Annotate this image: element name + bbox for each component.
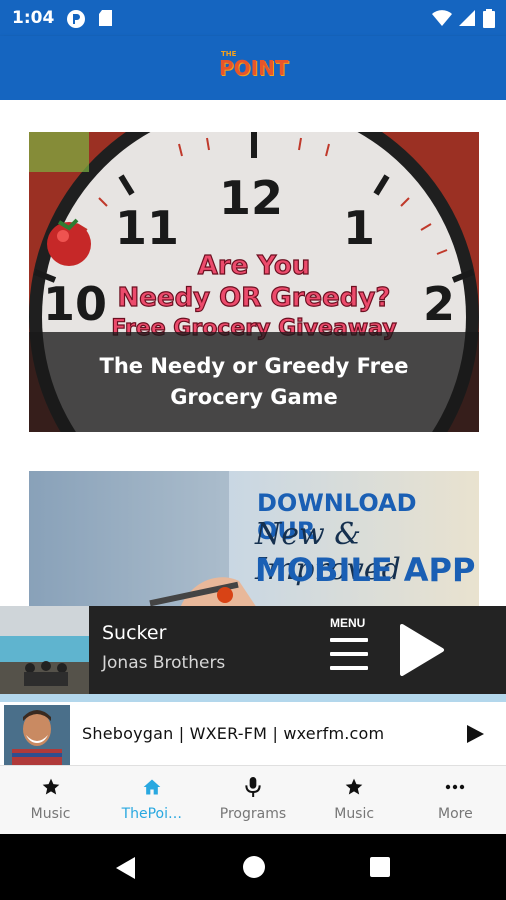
promo-line-1: Are You — [198, 251, 310, 281]
tab-programs[interactable]: Programs — [202, 766, 303, 834]
signal-icon — [458, 9, 476, 27]
sd-card-icon — [98, 9, 116, 27]
wifi-icon — [432, 9, 452, 27]
hamburger-icon-bar — [330, 652, 368, 656]
battery-icon — [483, 9, 501, 28]
host-avatar[interactable] — [4, 705, 70, 765]
station-logo[interactable]: THE POINT — [219, 50, 291, 86]
system-nav-bar — [0, 834, 506, 900]
play-icon — [467, 725, 484, 743]
hamburger-icon-bar — [330, 666, 368, 670]
menu-label: MENU — [330, 616, 366, 630]
tab-label: ThePoi… — [121, 806, 182, 822]
clock-number-12: 12 — [219, 171, 283, 225]
feed-card[interactable]: DOWNLOAD OUR New & Improved MOBILE APP — [29, 471, 479, 606]
tab-thepoint[interactable]: ThePoi… — [101, 766, 202, 834]
tab-music[interactable]: Music — [0, 766, 101, 834]
card-title-bar[interactable]: The Needy or Greedy Free Grocery Game — [29, 332, 479, 432]
track-title: Sucker — [102, 622, 167, 644]
clock-number-10: 10 — [43, 277, 107, 331]
player-divider — [0, 694, 506, 702]
tab-more[interactable]: More — [405, 766, 506, 834]
app-bar: THE POINT — [0, 36, 506, 100]
clock-number-11: 11 — [115, 201, 179, 255]
microphone-icon — [242, 776, 264, 798]
station-bar[interactable]: Sheboygan | WXER-FM | wxerfm.com — [0, 702, 506, 766]
promo-line-2: Needy OR Greedy? — [118, 283, 391, 313]
podcast-icon — [66, 9, 85, 28]
clock-number-2: 2 — [423, 277, 455, 331]
home-icon — [141, 776, 163, 798]
status-time: 1:04 — [12, 8, 55, 28]
status-bar: 1:04 — [0, 0, 506, 36]
tab-label: Programs — [219, 806, 287, 822]
content-feed[interactable]: 12 11 1 10 2 Are You Needy OR Greedy? Fr… — [0, 100, 506, 606]
station-play-button[interactable] — [460, 720, 488, 748]
home-circle-icon[interactable] — [243, 856, 265, 878]
clock-number-1: 1 — [343, 201, 375, 255]
tab-label: More — [437, 806, 473, 822]
station-label: Sheboygan | WXER-FM | wxerfm.com — [82, 724, 385, 743]
tab-label: Music — [334, 806, 375, 822]
star-icon — [40, 776, 62, 798]
star-icon — [343, 776, 365, 798]
bottom-navigation: Music ThePoi… Programs Music More — [0, 766, 506, 834]
recents-icon[interactable] — [370, 857, 390, 877]
track-artist: Jonas Brothers — [102, 653, 226, 673]
album-art[interactable] — [0, 606, 89, 694]
promo-line-3: MOBILE APP — [255, 551, 476, 589]
tab-music-2[interactable]: Music — [304, 766, 405, 834]
back-icon[interactable] — [114, 856, 136, 885]
logo-main-text: POINT — [219, 56, 289, 80]
card-title[interactable]: The Needy or Greedy Free Grocery Game — [29, 351, 479, 413]
play-button[interactable] — [394, 624, 446, 676]
more-icon — [444, 776, 466, 798]
menu-button[interactable]: MENU — [326, 616, 370, 684]
play-icon — [400, 624, 444, 676]
feed-card[interactable]: 12 11 1 10 2 Are You Needy OR Greedy? Fr… — [29, 132, 479, 432]
hamburger-icon — [330, 638, 368, 642]
now-playing-bar[interactable]: Sucker Jonas Brothers MENU — [0, 606, 506, 694]
tab-label: Music — [30, 806, 71, 822]
